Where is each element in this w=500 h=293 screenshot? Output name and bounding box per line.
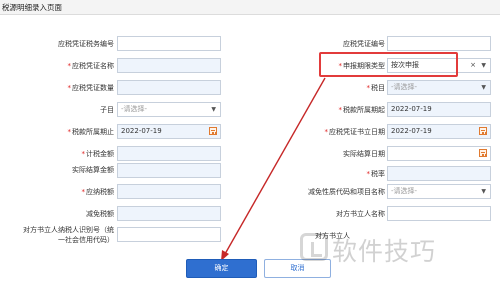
- cancel-button[interactable]: 取消: [264, 259, 331, 278]
- watermark-text: 软件技巧: [332, 237, 437, 266]
- watermark-logo: [300, 233, 328, 261]
- confirm-button[interactable]: 确定: [186, 259, 257, 278]
